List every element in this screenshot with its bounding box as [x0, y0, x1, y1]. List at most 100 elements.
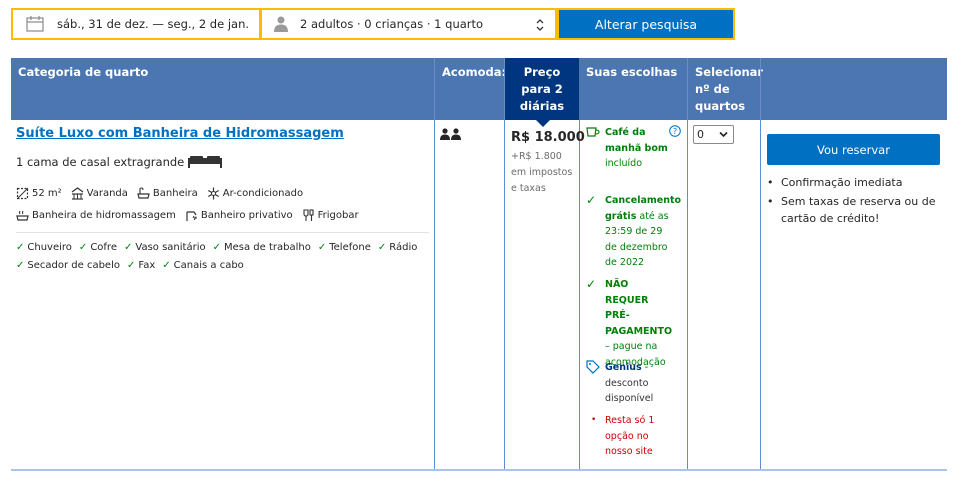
header-separator — [760, 58, 761, 120]
room-quantity-select[interactable]: 0 — [693, 125, 734, 144]
feature-label: Frigobar — [317, 210, 359, 221]
bed-text: 1 cama de casal extragrande — [16, 155, 185, 169]
amenity-item: ✓ Secador de cabelo — [16, 260, 120, 271]
chevron-down-icon — [719, 131, 728, 138]
column-divider — [760, 120, 761, 471]
feature-label: Banheira — [152, 188, 198, 199]
amenity-label: Mesa de trabalho — [223, 242, 311, 253]
balcony-icon — [71, 187, 84, 200]
header-room-type: Categoria de quarto — [18, 65, 149, 79]
room-name-link[interactable]: Suíte Luxo com Banheira de Hidromassagem — [16, 126, 344, 141]
date-range-field[interactable]: sáb., 31 de dez. — seg., 2 de jan. — [11, 8, 261, 40]
breakfast-included: incluído — [605, 158, 643, 169]
bathtub-icon — [137, 187, 150, 199]
amenity-item: ✓ Vaso sanitário — [124, 242, 206, 253]
breakfast-bold: Café da manhã bom — [605, 127, 668, 154]
amenities-row: ✓ Secador de cabelo ✓ Fax ✓ Canais a cabo — [16, 260, 251, 271]
hot-tub-icon — [16, 210, 29, 221]
room-features-row: Banheira de hidromassagem Banheiro priva… — [16, 209, 368, 222]
minibar-icon — [303, 209, 314, 221]
amenities-row: ✓ Chuveiro ✓ Cofre ✓ Vaso sanitário ✓ Mesa d… — [16, 242, 424, 253]
amenity-item: ✓ Telefone — [318, 242, 371, 253]
feature-minibar: Frigobar — [302, 209, 359, 222]
amenity-label: Canais a cabo — [173, 260, 244, 271]
room-quantity-value: 0 — [697, 128, 704, 141]
column-divider — [579, 120, 580, 471]
section-divider — [16, 232, 429, 233]
feature-private-bathroom: Banheiro privativo — [185, 209, 293, 222]
check-icon: ✓ — [377, 242, 387, 253]
change-search-button[interactable]: Alterar pesquisa — [557, 8, 735, 40]
genius-text: Genius - desconto disponível — [605, 360, 675, 407]
amenity-item: ✓ Canais a cabo — [162, 260, 244, 271]
check-icon: ✓ — [162, 260, 171, 271]
bullet-dot-icon: • — [591, 415, 597, 425]
feature-bathtub: Banheira — [137, 187, 198, 200]
amenity-item: ✓ Chuveiro — [16, 242, 72, 253]
header-price: Preço para 2 diárias — [505, 58, 579, 127]
amenity-label: Fax — [138, 260, 156, 271]
feature-label: 52 m² — [32, 188, 62, 199]
reserve-button[interactable]: Vou reservar — [767, 134, 940, 165]
guests-field[interactable]: 2 adultos · 0 crianças · 1 quarto — [260, 8, 557, 40]
check-icon: ✓ — [16, 260, 25, 271]
feature-area: 52 m² — [16, 187, 62, 200]
up-down-chevron-icon — [536, 19, 544, 31]
table-bottom-border — [11, 469, 947, 471]
feature-air-conditioning: Ar-condicionado — [207, 187, 303, 200]
feature-label: Varanda — [86, 188, 128, 199]
header-choices: Suas escolhas — [586, 65, 678, 79]
amenity-label: Secador de cabelo — [27, 260, 120, 271]
genius-bold: Genius — [605, 362, 642, 373]
price-amount: R$ 18.000 — [511, 130, 585, 145]
amenity-label: Cofre — [90, 242, 117, 253]
price-taxes: +R$ 1.800 em impostos e taxas — [511, 151, 573, 194]
feature-hot-tub: Banheira de hidromassagem — [16, 209, 176, 222]
person-icon — [274, 16, 288, 32]
check-icon: ✓ — [78, 242, 88, 253]
guests-text: 2 adultos · 0 crianças · 1 quarto — [300, 17, 484, 31]
no-prepayment-bold: NÃO REQUER PRÉ-PAGAMENTO — [605, 279, 673, 337]
coffee-cup-icon — [586, 127, 600, 137]
check-icon: ✓ — [123, 242, 133, 253]
benefit-item: Sem taxas de reserva ou de cartão de cré… — [766, 193, 946, 227]
tag-icon — [586, 360, 600, 374]
bed-icon — [188, 155, 223, 168]
two-persons-icon — [440, 128, 461, 140]
amenity-item: ✓ Rádio — [378, 242, 418, 253]
benefit-item: Confirmação imediata — [766, 174, 946, 191]
feature-label: Banheiro privativo — [200, 210, 293, 221]
remaining-text: Resta só 1 opção no nosso site — [605, 415, 655, 457]
amenity-item: ✓ Fax — [127, 260, 155, 271]
bed-info: 1 cama de casal extragrande — [16, 155, 223, 169]
amenity-label: Rádio — [389, 242, 418, 253]
air-conditioning-icon — [207, 187, 219, 200]
check-icon: ✓ — [317, 242, 327, 253]
feature-label: Ar-condicionado — [222, 188, 304, 199]
column-divider — [504, 120, 505, 471]
private-bathroom-icon — [186, 211, 197, 221]
search-bar: sáb., 31 de dez. — seg., 2 de jan. 2 adu… — [11, 8, 735, 40]
feature-balcony: Varanda — [71, 187, 128, 200]
column-divider — [434, 120, 435, 471]
prepayment-text: NÃO REQUER PRÉ-PAGAMENTO – pague na acom… — [605, 277, 675, 370]
amenity-label: Chuveiro — [27, 242, 72, 253]
active-column-arrow — [535, 119, 551, 127]
header-occupancy: Acomoda: — [442, 65, 507, 79]
amenity-label: Vaso sanitário — [135, 242, 206, 253]
breakfast-text: Café da manhã bom incluído — [605, 125, 675, 172]
check-icon: ✓ — [586, 193, 597, 207]
room-features-row: 52 m² Varanda Banheira Ar-condicionado — [16, 187, 312, 200]
feature-label: Banheira de hidromassagem — [32, 210, 176, 221]
column-divider — [687, 120, 688, 471]
amenity-item: ✓ Cofre — [79, 242, 117, 253]
cancellation-text: Cancelamento grátis até as 23:59 de 29 d… — [605, 193, 681, 271]
check-icon: ✓ — [16, 242, 25, 253]
check-icon: ✓ — [212, 242, 221, 253]
calendar-icon — [26, 16, 44, 32]
area-icon — [16, 187, 29, 200]
check-icon: ✓ — [586, 277, 597, 291]
table-header: Categoria de quarto Acomoda: Preço para … — [11, 58, 947, 127]
amenity-label: Telefone — [329, 242, 371, 253]
check-icon: ✓ — [126, 260, 136, 271]
